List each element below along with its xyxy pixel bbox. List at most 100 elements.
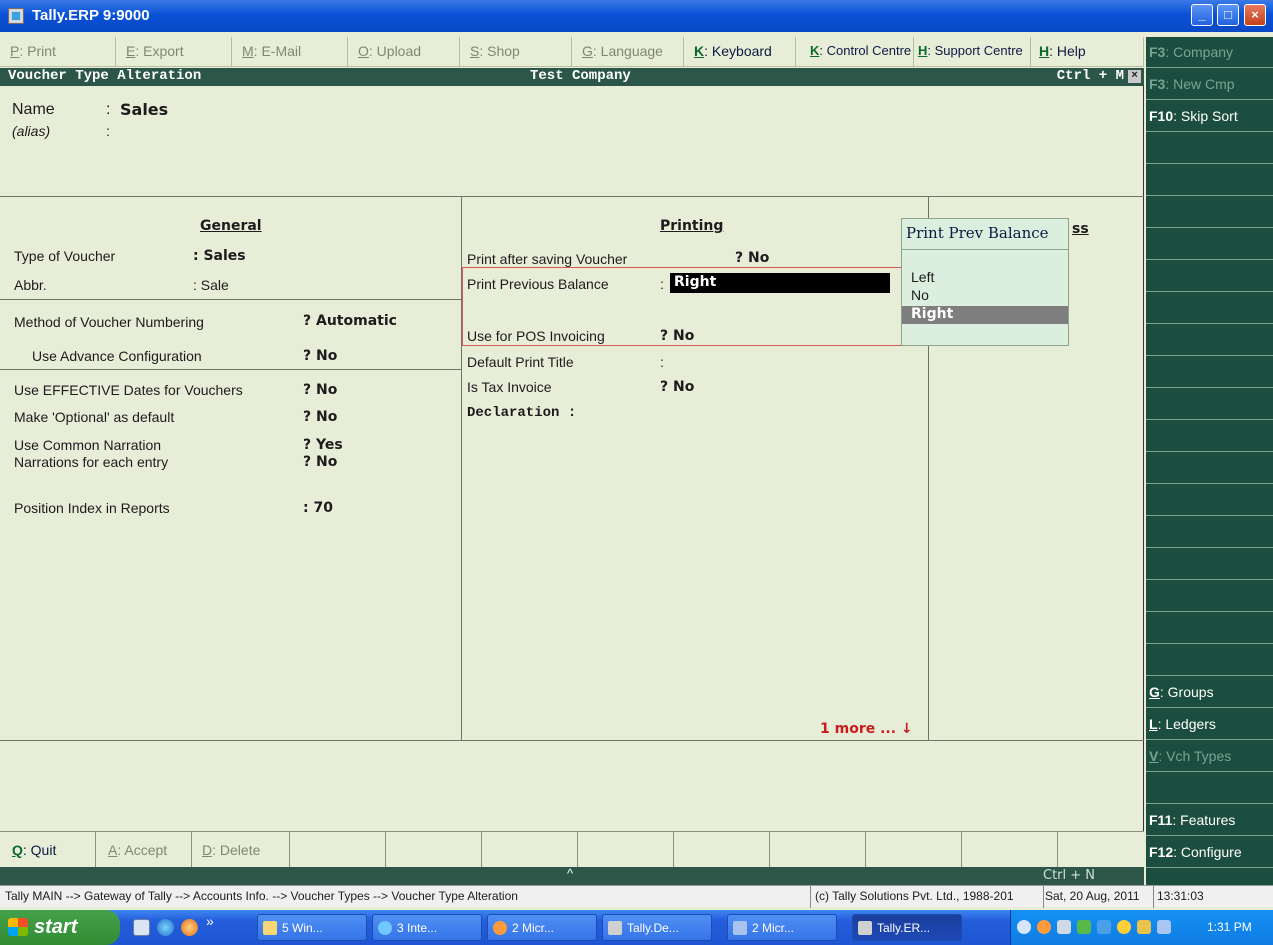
abbr-value[interactable]: : Sale [193, 277, 229, 293]
effective-dates-value[interactable]: ? No [303, 382, 337, 398]
numbering-method-value[interactable]: ? Automatic [303, 313, 397, 329]
tray-network-icon[interactable] [1057, 920, 1071, 934]
name-field[interactable]: Sales [120, 100, 168, 119]
minimize-button[interactable]: _ [1191, 4, 1213, 26]
optional-default-value[interactable]: ? No [303, 409, 337, 425]
taskbar-item-windows[interactable]: 5 Win... [257, 914, 367, 941]
common-narration-value[interactable]: ? Yes [303, 437, 343, 453]
tray-app-icon[interactable] [1077, 920, 1091, 934]
help-button[interactable]: H: Help [1031, 37, 1144, 67]
option-no[interactable]: No [902, 287, 1068, 305]
voucher-types-button[interactable]: V: Vch Types [1146, 741, 1273, 772]
features-button[interactable]: F11: Features [1146, 805, 1273, 836]
alias-label: (alias) [12, 123, 51, 139]
windows-logo-icon [8, 918, 28, 936]
header-shortcut: Ctrl + M [1056, 68, 1124, 84]
name-separator: : [106, 101, 111, 118]
advance-config-value[interactable]: ? No [303, 348, 337, 364]
language-button[interactable]: G: Language [572, 37, 684, 67]
export-button[interactable]: E: Export [116, 37, 232, 67]
start-button[interactable]: start [0, 910, 120, 945]
divider [0, 740, 1144, 741]
ledgers-button[interactable]: L: Ledgers [1146, 709, 1273, 740]
declaration-label[interactable]: Declaration : [467, 405, 576, 421]
accept-button[interactable]: A: Accept [96, 832, 192, 868]
sidebar-empty [1146, 293, 1273, 324]
skip-sort-button[interactable]: F10: Skip Sort [1146, 101, 1273, 132]
print-previous-balance-input[interactable]: Right [670, 273, 890, 293]
firefox-icon[interactable] [181, 919, 198, 936]
copyright-text: (c) Tally Solutions Pvt. Ltd., 1988-201 [815, 889, 1014, 903]
tax-invoice-label: Is Tax Invoice [467, 379, 552, 395]
sidebar-empty [1146, 421, 1273, 452]
close-button[interactable]: × [1244, 4, 1266, 26]
screen-header: Voucher Type Alteration Test Company Ctr… [0, 68, 1144, 86]
optional-default-label: Make 'Optional' as default [14, 409, 175, 425]
tray-messenger-icon[interactable] [1097, 920, 1111, 934]
delete-button[interactable]: D: Delete [192, 832, 290, 868]
screen-title: Voucher Type Alteration [8, 68, 202, 84]
new-company-button[interactable]: F3: New Cmp [1146, 69, 1273, 100]
scroll-up-icon[interactable]: ^ [567, 866, 573, 881]
divider [1043, 886, 1044, 908]
tray-volume-icon[interactable] [1157, 920, 1171, 934]
more-indicator[interactable]: 1 more ... ↓ [820, 721, 913, 737]
sidebar-empty [1146, 773, 1273, 804]
tray-search-icon[interactable] [1117, 920, 1131, 934]
support-centre-button[interactable]: H: Support Centre [914, 37, 1031, 67]
company-name: Test Company [530, 68, 631, 84]
tax-invoice-value[interactable]: ? No [660, 379, 694, 395]
sidebar-empty [1146, 261, 1273, 292]
groups-button[interactable]: G: Groups [1146, 677, 1273, 708]
position-index-value[interactable]: : 70 [303, 500, 333, 516]
default-print-title-field[interactable]: : [660, 354, 664, 370]
sidebar-empty [1146, 325, 1273, 356]
internet-explorer-icon[interactable] [157, 919, 174, 936]
position-index-label: Position Index in Reports [14, 500, 170, 516]
taskbar-item-tally-erp[interactable]: Tally.ER... [852, 914, 962, 941]
option-right[interactable]: Right [902, 306, 1068, 324]
divider [810, 886, 811, 908]
advance-config-label: Use Advance Configuration [32, 348, 202, 364]
empty-button [482, 832, 578, 868]
company-button[interactable]: F3: Company [1146, 37, 1273, 68]
system-tray: 1:31 PM [1010, 910, 1273, 945]
email-button[interactable]: M: E-Mail [232, 37, 348, 67]
option-left[interactable]: Left [902, 269, 1068, 287]
show-desktop-icon[interactable] [133, 919, 150, 936]
configure-button[interactable]: F12: Configure [1146, 837, 1273, 868]
taskbar-item-internet[interactable]: 3 Inte... [372, 914, 482, 941]
quit-button[interactable]: Q: Quit [0, 832, 96, 868]
taskbar-item-tally-de[interactable]: Tally.De... [602, 914, 712, 941]
tray-firefox-icon[interactable] [1037, 920, 1051, 934]
shop-button[interactable]: S: Shop [460, 37, 572, 67]
maximize-button[interactable]: □ [1217, 4, 1239, 26]
keyboard-button[interactable]: K: Keyboard [684, 37, 796, 67]
status-time: 13:31:03 [1157, 889, 1204, 903]
sidebar-empty [1146, 517, 1273, 548]
tray-clock[interactable]: 1:31 PM [1207, 920, 1252, 934]
close-screen-icon[interactable]: × [1128, 70, 1141, 83]
taskbar-item-firefox[interactable]: 2 Micr... [487, 914, 597, 941]
status-bar: Tally MAIN --> Gateway of Tally --> Acco… [0, 885, 1273, 908]
sidebar-empty [1146, 453, 1273, 484]
print-prev-balance-list[interactable]: Print Prev Balance Left No Right [901, 218, 1069, 346]
empty-button [866, 832, 962, 868]
bottom-shortcut: Ctrl + N [1043, 868, 1096, 883]
narration-each-entry-value[interactable]: ? No [303, 454, 337, 470]
upload-button[interactable]: O: Upload [348, 37, 460, 67]
print-after-saving-value[interactable]: ? No [735, 250, 769, 266]
divider [1153, 886, 1154, 908]
quick-launch-overflow-icon[interactable]: » [206, 913, 214, 929]
sidebar-empty [1146, 133, 1273, 164]
top-button-bar: P: Print E: Export M: E-Mail O: Upload S… [0, 37, 1144, 67]
control-centre-button[interactable]: K: Control Centre [796, 37, 914, 67]
sidebar-empty [1146, 357, 1273, 388]
print-button[interactable]: P: Print [0, 37, 116, 67]
taskbar-item-word[interactable]: 2 Micr... [727, 914, 837, 941]
tray-language-icon[interactable] [1137, 920, 1151, 934]
sidebar-empty [1146, 197, 1273, 228]
alias-separator[interactable]: : [106, 123, 110, 139]
tray-back-icon[interactable] [1017, 920, 1031, 934]
sidebar-empty [1146, 165, 1273, 196]
